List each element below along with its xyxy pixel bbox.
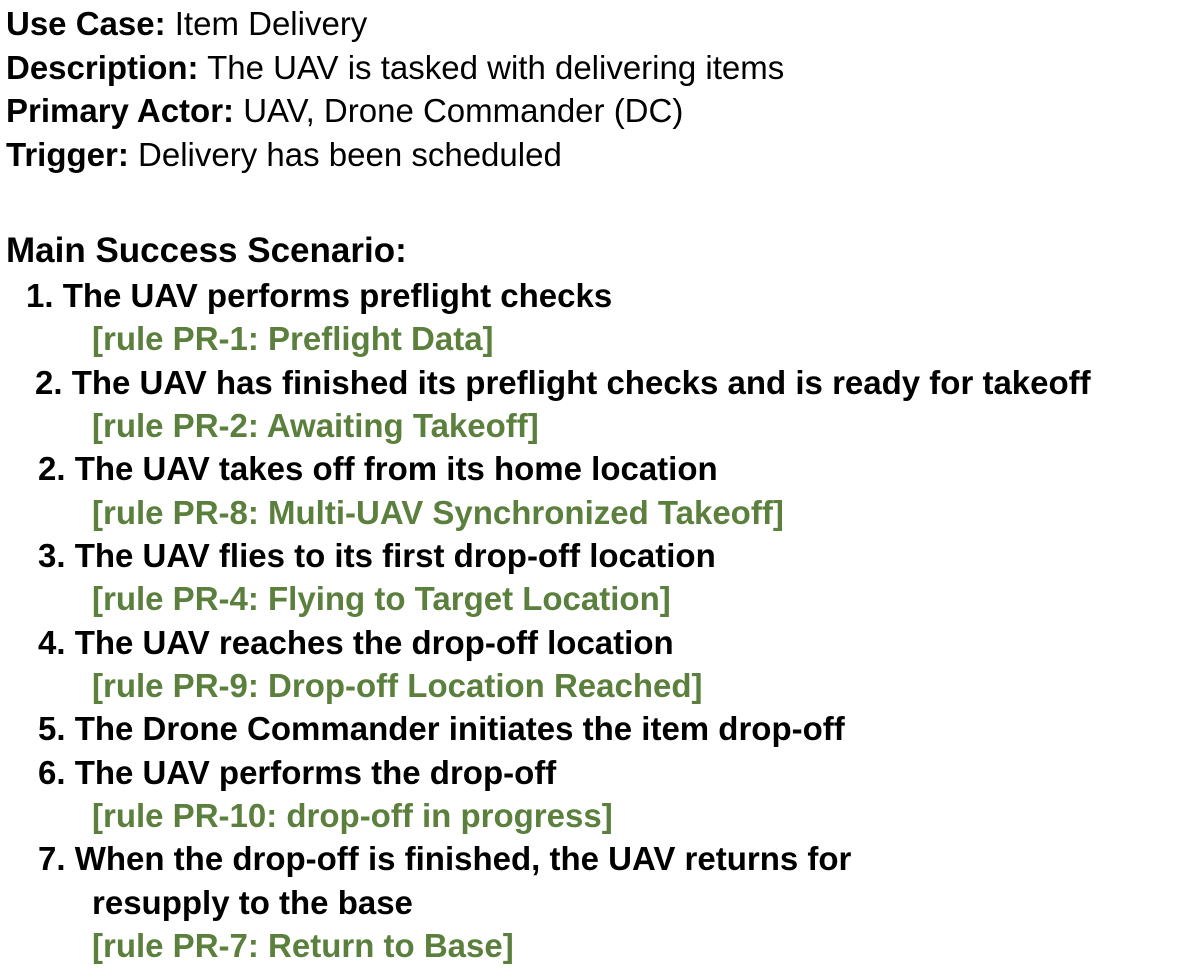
step-2b: 2. The UAV takes off from its home locat… [38, 450, 718, 487]
trigger-line: Trigger: Delivery has been scheduled [6, 135, 562, 175]
step-1-rule: [rule PR-1: Preflight Data] [92, 320, 494, 357]
step-7-continuation: resupply to the base [92, 884, 413, 921]
use-case-value: Item Delivery [174, 5, 368, 42]
trigger-value: Delivery has been scheduled [138, 136, 562, 173]
step-4: 4. The UAV reaches the drop-off location [38, 624, 674, 661]
step-6: 6. The UAV performs the drop-off [38, 754, 557, 791]
step-3: 3. The UAV flies to its first drop-off l… [38, 537, 716, 574]
step-2: 2. The UAV has finished its preflight ch… [35, 364, 1091, 401]
step-3-rule: [rule PR-4: Flying to Target Location] [92, 580, 671, 617]
step-6-rule: [rule PR-10: drop-off in progress] [92, 797, 613, 834]
main-success-scenario-title: Main Success Scenario: [6, 231, 407, 270]
use-case-document: Use Case: Item Delivery Description: The… [0, 0, 1201, 977]
step-5: 5. The Drone Commander initiates the ite… [38, 710, 845, 747]
step-7-rule: [rule PR-7: Return to Base] [92, 927, 514, 964]
description-value: The UAV is tasked with delivering items [207, 49, 785, 86]
trigger-label: Trigger: [6, 136, 129, 173]
step-2-rule: [rule PR-2: Awaiting Takeoff] [92, 407, 539, 444]
use-case-label: Use Case: [6, 5, 166, 42]
step-1: 1. The UAV performs preflight checks [26, 277, 613, 314]
description-label: Description: [6, 49, 199, 86]
step-4-rule: [rule PR-9: Drop-off Location Reached] [92, 667, 703, 704]
primary-actor-label: Primary Actor: [6, 92, 235, 129]
primary-actor-value: UAV, Drone Commander (DC) [243, 92, 684, 129]
use-case-line: Use Case: Item Delivery [6, 4, 367, 44]
step-2b-rule: [rule PR-8: Multi-UAV Synchronized Takeo… [92, 494, 784, 531]
description-line: Description: The UAV is tasked with deli… [6, 48, 784, 88]
primary-actor-line: Primary Actor: UAV, Drone Commander (DC) [6, 91, 683, 131]
step-7: 7. When the drop-off is finished, the UA… [38, 840, 852, 877]
